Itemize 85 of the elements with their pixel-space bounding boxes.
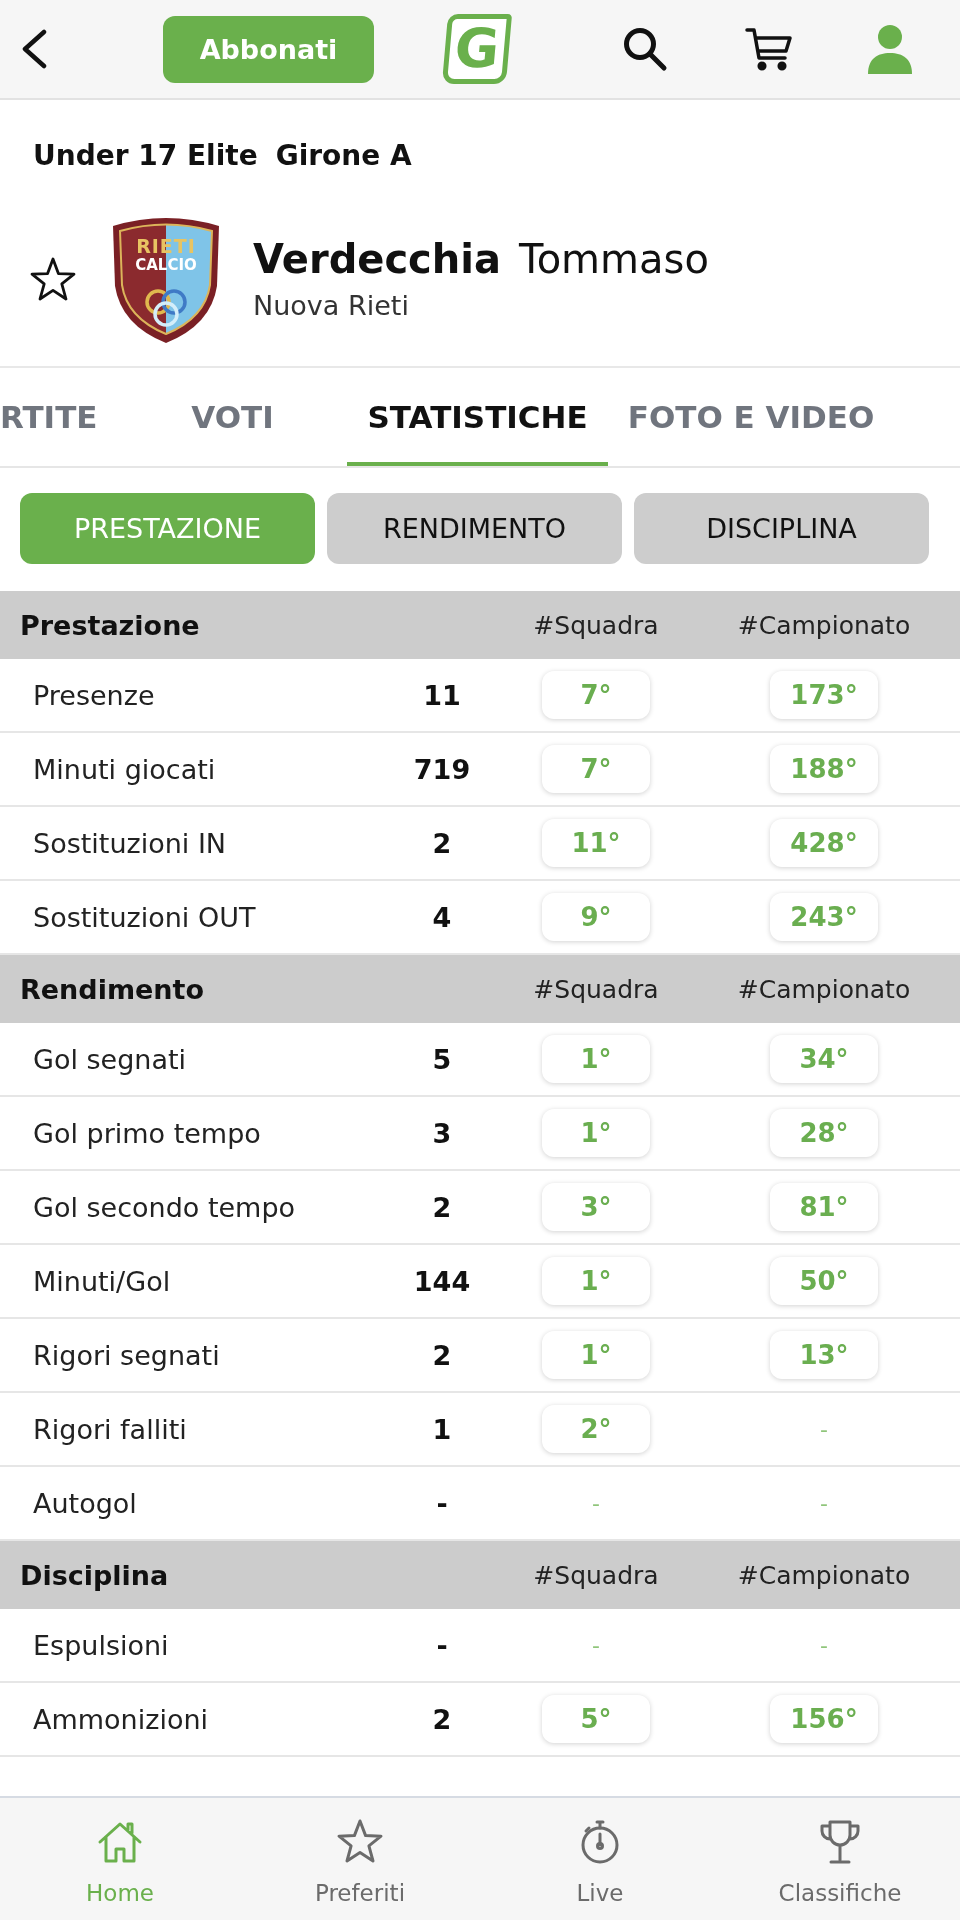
player-last-name: Verdecchia	[253, 235, 501, 284]
tab[interactable]: RTITE	[0, 368, 118, 466]
stat-value: 144	[413, 1265, 471, 1297]
stat-label: Sostituzioni IN	[32, 827, 227, 859]
stat-label: Sostituzioni OUT	[32, 901, 256, 933]
stat-value: 719	[413, 753, 471, 785]
section-title: Prestazione	[19, 609, 201, 641]
rank-badge: 34°	[770, 1035, 878, 1083]
rank-value: -	[820, 1416, 828, 1442]
tab[interactable]: VOTI	[117, 368, 348, 466]
rank-badge: 5°	[542, 1695, 650, 1743]
rank-badge: 173°	[770, 671, 878, 719]
stat-label: Rigori falliti	[32, 1413, 187, 1445]
filter-button[interactable]: DISCIPLINA	[634, 493, 929, 564]
stat-label: Espulsioni	[32, 1629, 169, 1661]
column-header: #Squadra	[533, 974, 659, 1004]
rank-badge: 7°	[542, 671, 650, 719]
search-icon[interactable]	[622, 26, 668, 72]
tab[interactable]: FOTO E VIDEO	[607, 368, 895, 466]
stat-value: 3	[432, 1117, 452, 1149]
competition-name: Under 17 Elite	[33, 138, 258, 174]
app-logo[interactable]: G	[441, 14, 513, 84]
stat-label: Ammonizioni	[32, 1703, 208, 1735]
stat-value: -	[436, 1629, 448, 1661]
rank-badge: 13°	[770, 1331, 878, 1379]
nav-item[interactable]: Home	[0, 1798, 240, 1920]
rank-badge: 1°	[542, 1109, 650, 1157]
rank-badge: 7°	[542, 745, 650, 793]
rank-badge: 28°	[770, 1109, 878, 1157]
column-header: #Campionato	[737, 610, 911, 640]
rank-badge: 1°	[542, 1257, 650, 1305]
cart-icon[interactable]	[745, 27, 793, 71]
section-title: Disciplina	[19, 1559, 170, 1591]
stat-value: 2	[432, 1339, 452, 1371]
stat-value: 1	[432, 1413, 452, 1445]
group-name: Girone A	[275, 138, 412, 174]
filter-button[interactable]: RENDIMENTO	[327, 493, 622, 564]
stat-label: Gol primo tempo	[32, 1117, 261, 1149]
stat-label: Autogol	[32, 1487, 137, 1519]
column-header: #Squadra	[533, 1560, 659, 1590]
rank-badge: 3°	[542, 1183, 650, 1231]
tab[interactable]: STATISTICHE	[347, 368, 608, 466]
rings-icon	[144, 288, 188, 328]
team-name: Nuova Rieti	[253, 289, 410, 323]
stat-value: 2	[432, 1703, 452, 1735]
section-title: Rendimento	[19, 973, 206, 1005]
rank-badge: 81°	[770, 1183, 878, 1231]
nav-item[interactable]: Preferiti	[240, 1798, 480, 1920]
rank-badge: 188°	[770, 745, 878, 793]
rank-value: -	[820, 1632, 828, 1658]
subscribe-button[interactable]: Abbonati	[163, 15, 374, 83]
stat-value: 2	[432, 827, 452, 859]
nav-item[interactable]: Classifiche	[720, 1798, 960, 1920]
rank-badge: 428°	[770, 819, 878, 867]
rank-value: -	[592, 1490, 600, 1516]
rank-badge: 50°	[770, 1257, 878, 1305]
column-header: #Campionato	[737, 1560, 911, 1590]
stat-value: 11	[423, 679, 461, 711]
stat-value: 2	[432, 1191, 452, 1223]
stat-label: Presenze	[32, 679, 155, 711]
column-header: #Squadra	[533, 610, 659, 640]
stat-label: Rigori segnati	[32, 1339, 220, 1371]
rank-badge: 243°	[770, 893, 878, 941]
rank-value: -	[592, 1632, 600, 1658]
rank-value: -	[820, 1490, 828, 1516]
stat-value: 5	[432, 1043, 452, 1075]
rank-badge: 9°	[542, 893, 650, 941]
filter-button[interactable]: PRESTAZIONE	[20, 493, 315, 564]
crest-text: CALCIO	[135, 256, 197, 274]
rank-badge: 1°	[542, 1035, 650, 1083]
player-first-name: Tommaso	[519, 235, 709, 284]
rank-badge: 2°	[542, 1405, 650, 1453]
back-icon[interactable]	[20, 29, 48, 69]
stat-label: Minuti/Gol	[32, 1265, 171, 1297]
column-header: #Campionato	[737, 974, 911, 1004]
rank-badge: 156°	[770, 1695, 878, 1743]
rank-badge: 1°	[542, 1331, 650, 1379]
stat-label: Minuti giocati	[32, 753, 216, 785]
stat-label: Gol segnati	[32, 1043, 187, 1075]
stat-label: Gol secondo tempo	[32, 1191, 296, 1223]
rank-badge: 11°	[542, 819, 650, 867]
stat-value: -	[436, 1487, 448, 1519]
star-icon[interactable]	[30, 257, 76, 301]
nav-item[interactable]: Live	[480, 1798, 720, 1920]
stat-value: 4	[432, 901, 452, 933]
